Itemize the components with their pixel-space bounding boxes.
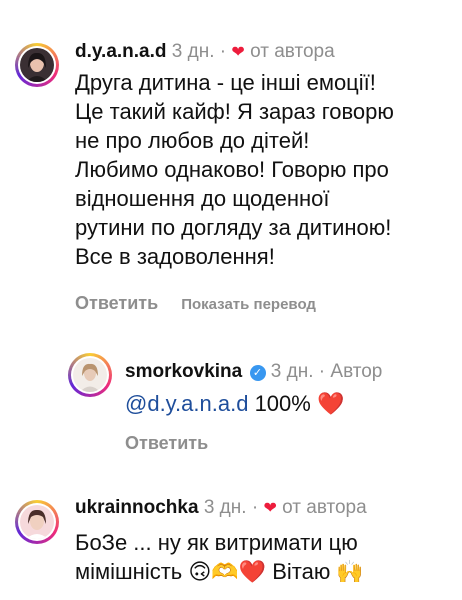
avatar-border bbox=[18, 503, 56, 541]
comment-text: @d.y.a.n.a.d 100% ❤️ bbox=[125, 389, 344, 418]
translate-button[interactable]: Показать перевод bbox=[181, 296, 316, 313]
avatar-image bbox=[20, 48, 54, 82]
comment-meta: smorkovkina ✓ 3 дн. · Автор bbox=[125, 360, 382, 384]
username[interactable]: smorkovkina bbox=[125, 361, 242, 382]
reply-button[interactable]: Ответить bbox=[125, 433, 208, 453]
timestamp: 3 дн. bbox=[203, 497, 247, 518]
comment-line: Любимо однаково! Говорю про bbox=[75, 157, 389, 182]
separator: · bbox=[219, 41, 227, 62]
avatar-border bbox=[71, 356, 109, 394]
comment-text: БоЗе ... ну як витримати цю мімішність 🙃… bbox=[75, 528, 364, 586]
avatar-image bbox=[20, 505, 54, 539]
comment-text: Друга дитина - це інші емоції! Це такий … bbox=[75, 68, 394, 271]
verified-badge-icon: ✓ bbox=[249, 365, 266, 381]
comment-text-body: 100% bbox=[248, 391, 317, 416]
heart-icon: ❤ bbox=[231, 44, 245, 61]
timestamp: 3 дн. bbox=[171, 41, 215, 62]
comment-line: мімішність 🙃🫶❤️ Вітаю 🙌 bbox=[75, 559, 364, 584]
author-like-badge: от автора bbox=[250, 41, 335, 62]
comment-line: БоЗе ... ну як витримати цю bbox=[75, 530, 358, 555]
timestamp: 3 дн. bbox=[270, 361, 314, 382]
comment-meta: ukrainnochka 3 дн. · ❤ от автора bbox=[75, 496, 367, 521]
comment-line: Друга дитина - це інші емоції! bbox=[75, 70, 376, 95]
comment-line: відношення до щоденної bbox=[75, 186, 330, 211]
comment-line: Це такий кайф! Я зараз говорю bbox=[75, 99, 394, 124]
comment-line: не про любов до дітей! bbox=[75, 128, 310, 153]
heart-emoji: ❤️ bbox=[316, 391, 345, 416]
comment-line: рутини по догляду за дитиною! bbox=[75, 215, 392, 240]
avatar-border bbox=[18, 46, 56, 84]
separator: · bbox=[251, 497, 259, 518]
comment-actions: Ответить Показать перевод bbox=[75, 292, 316, 316]
author-badge: Автор bbox=[330, 361, 383, 382]
avatar[interactable] bbox=[15, 43, 59, 87]
reply-button[interactable]: Ответить bbox=[75, 293, 158, 313]
comment-line: Все в задоволення! bbox=[75, 244, 275, 269]
separator: · bbox=[318, 361, 326, 382]
avatar-image bbox=[73, 358, 107, 392]
user-mention[interactable]: @d.y.a.n.a.d bbox=[125, 391, 248, 416]
author-like-badge: от автора bbox=[282, 497, 367, 518]
heart-icon: ❤ bbox=[263, 500, 277, 517]
username[interactable]: ukrainnochka bbox=[75, 497, 199, 518]
comment-meta: d.y.a.n.a.d 3 дн. · ❤ от автора bbox=[75, 40, 335, 65]
avatar[interactable] bbox=[15, 500, 59, 544]
avatar[interactable] bbox=[68, 353, 112, 397]
username[interactable]: d.y.a.n.a.d bbox=[75, 41, 167, 62]
comment-actions: Ответить bbox=[125, 432, 208, 454]
